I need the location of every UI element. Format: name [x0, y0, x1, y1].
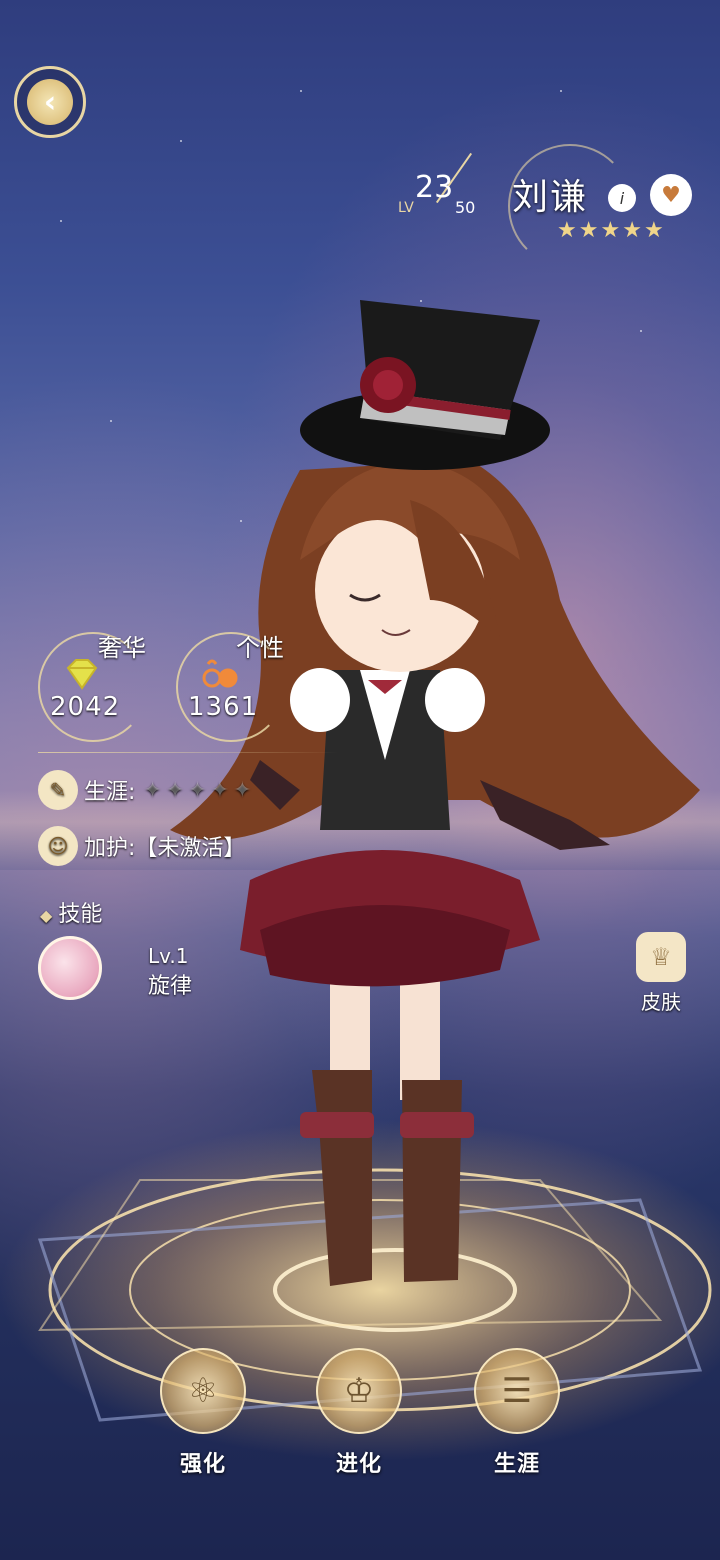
ghost-icon: ☺: [38, 826, 78, 866]
skin-button[interactable]: ♕ 皮肤: [628, 932, 694, 1015]
career-stars: ✦✦✦✦✦: [143, 777, 256, 803]
star-icon: ★: [622, 218, 642, 243]
level-prefix: LV: [398, 200, 414, 216]
character-level: LV 23 50: [395, 148, 505, 228]
enhance-button[interactable]: ⚛ 强化: [158, 1348, 248, 1478]
evolve-icon: ♔: [316, 1348, 402, 1434]
sky-star: [420, 300, 422, 302]
stat-label: 个性: [236, 634, 284, 662]
career-row[interactable]: ✎ 生涯: ✦✦✦✦✦: [38, 770, 256, 810]
sky-star: [640, 330, 642, 332]
lock-heart-icon[interactable]: ♥: [650, 174, 692, 216]
career-book-label: 生涯: [493, 1452, 540, 1477]
diamond-icon: [66, 659, 98, 690]
star-icon: ★: [557, 218, 577, 243]
level-current: 23: [415, 170, 454, 205]
stats-divider: [38, 752, 338, 753]
sky-star: [60, 220, 62, 222]
stat-luxury: 奢华 2042: [38, 632, 148, 742]
diamond-bullet-icon: ◆: [40, 906, 53, 925]
sky-star: [560, 90, 562, 92]
star-icon: ★: [643, 218, 664, 243]
guard-status: 【未激活】: [135, 836, 246, 861]
back-wing-icon: ‹: [27, 79, 73, 125]
enhance-label: 强化: [179, 1452, 226, 1477]
career-book-button[interactable]: ☰ 生涯: [472, 1348, 562, 1478]
edit-icon[interactable]: i: [608, 184, 636, 212]
skin-icon: ♕: [636, 932, 686, 982]
stat-value: 2042: [50, 692, 121, 722]
stat-personality: 个性 1361: [176, 632, 286, 742]
skills-title: ◆ 技能: [40, 896, 102, 928]
star-icon: ★: [578, 218, 599, 243]
level-max: 50: [455, 198, 476, 217]
skin-label: 皮肤: [641, 990, 681, 1014]
sky-star: [180, 140, 182, 142]
star-icon: ★: [600, 218, 621, 243]
glasses-icon: [202, 659, 238, 688]
guard-label: 加护:: [84, 836, 136, 861]
stat-label: 奢华: [98, 634, 146, 662]
skills-title-text: 技能: [58, 902, 103, 927]
melody-skill-icon[interactable]: [38, 936, 102, 1000]
sky-star: [110, 420, 112, 422]
skill-level: Lv.1: [148, 944, 189, 968]
back-button[interactable]: ‹: [14, 66, 86, 138]
character-name: 刘谦: [512, 177, 589, 218]
sky-star: [300, 90, 302, 92]
career-book-icon: ☰: [474, 1348, 560, 1434]
career-icon: ✎: [38, 770, 78, 810]
career-label: 生涯:: [84, 780, 136, 805]
skill-name: 旋律: [148, 974, 193, 999]
stat-value: 1361: [188, 692, 259, 722]
star-rating: ★ ★ ★ ★ ★: [557, 220, 664, 242]
sky-star: [240, 520, 242, 522]
guard-row[interactable]: ☺ 加护: 【未激活】: [38, 826, 245, 866]
evolve-button[interactable]: ♔ 进化: [314, 1348, 404, 1478]
evolve-label: 进化: [335, 1452, 382, 1477]
enhance-icon: ⚛: [160, 1348, 246, 1434]
